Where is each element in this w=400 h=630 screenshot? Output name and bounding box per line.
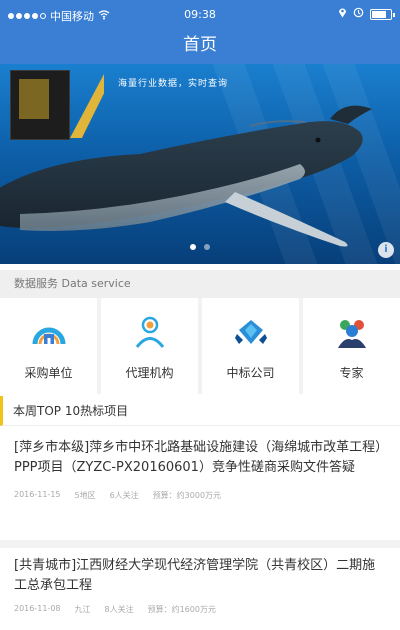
service-agency[interactable]: 代理机构 (101, 298, 198, 394)
service-winning-company[interactable]: 中标公司 (202, 298, 299, 394)
expert-icon (337, 320, 366, 348)
winning-company-icon (234, 320, 267, 344)
article-budget: 预算：约1600万元 (147, 605, 216, 614)
article-meta: 2016-11-08 九江 8人关注 预算：约1600万元 (14, 604, 386, 615)
list-divider (0, 540, 400, 548)
article-region: 5地区 (74, 491, 96, 500)
procurement-unit-icon (32, 327, 65, 345)
battery-fill (372, 10, 387, 18)
carousel-dot[interactable] (204, 244, 210, 250)
service-grid: 采购单位 代理机构 中标公司 专家 (0, 298, 400, 394)
service-label: 代理机构 (125, 366, 174, 380)
article-date: 2016-11-15 (14, 490, 61, 499)
article-region: 九江 (74, 605, 91, 614)
top10-header: 本周TOP 10热标项目 (0, 396, 400, 426)
article-meta: 2016-11-15 5地区 6人关注 预算：约3000万元 (14, 490, 386, 501)
alarm-icon (353, 7, 364, 21)
nav-title: 首页 (0, 30, 400, 64)
article-budget: 预算：约3000万元 (152, 491, 222, 500)
service-label: 专家 (339, 366, 364, 380)
article-title[interactable]: [共青城市]江西财经大学现代经济管理学院（共青校区）二期施工总承包工程 (14, 556, 386, 596)
agency-icon (135, 316, 164, 348)
article-item[interactable]: [萍乡市本级]萍乡市中环北路基础设施建设（海绵城市改革工程）PPP项目（ZYZC… (0, 438, 400, 501)
carousel-dots (0, 244, 400, 250)
carousel-dot[interactable] (190, 244, 196, 250)
battery-icon (370, 8, 395, 20)
service-procurement-unit[interactable]: 采购单位 (0, 298, 97, 394)
whale-image (0, 105, 372, 247)
location-icon (338, 7, 347, 21)
article-item[interactable]: [共青城市]江西财经大学现代经济管理学院（共青校区）二期施工总承包工程 2016… (0, 556, 400, 615)
service-expert[interactable]: 专家 (303, 298, 400, 394)
article-followers: 8人关注 (104, 605, 134, 614)
article-title[interactable]: [萍乡市本级]萍乡市中环北路基础设施建设（海绵城市改革工程）PPP项目（ZYZC… (14, 438, 386, 478)
status-right (338, 7, 395, 21)
service-label: 采购单位 (24, 366, 73, 380)
status-bar: 中国移动 09:38 (0, 0, 400, 30)
service-label: 中标公司 (226, 366, 275, 380)
banner-info-icon[interactable]: i (378, 242, 394, 258)
article-date: 2016-11-08 (14, 604, 61, 613)
banner-carousel[interactable]: 海量行业数据，实时查询 i (0, 64, 400, 264)
article-followers: 6人关注 (109, 491, 139, 500)
data-service-header: 数据服务 Data service (0, 270, 400, 298)
